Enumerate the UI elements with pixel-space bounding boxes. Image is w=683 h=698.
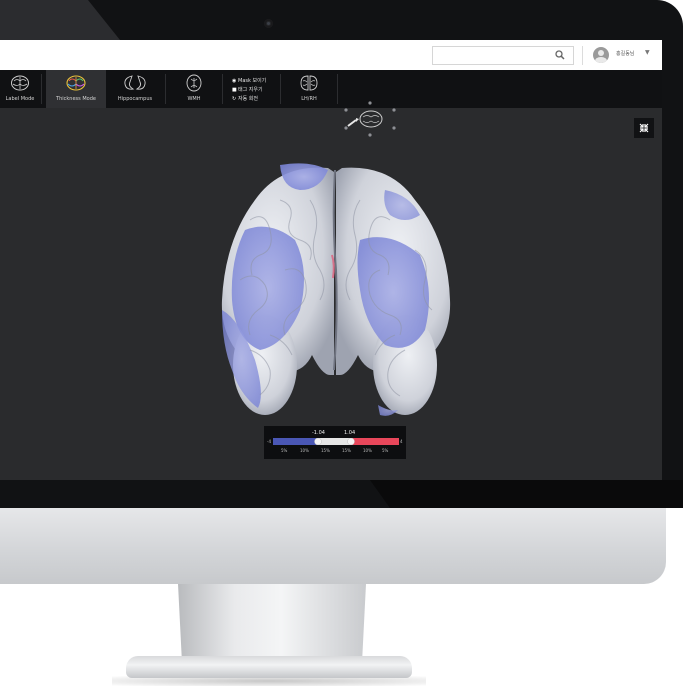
clear-tags[interactable]: ■태그 지우기 [232, 86, 263, 93]
search-input[interactable] [432, 46, 574, 65]
tab-label: Hippocampus [117, 96, 153, 102]
orientation-icon[interactable] [338, 100, 400, 138]
tab-wmh[interactable]: WMH [172, 70, 216, 108]
legend-tick: 15% [342, 448, 351, 453]
mode-toolbar: Label Mode Thickness Mode Hippocampus WM… [0, 70, 662, 137]
chevron-down-icon[interactable]: ▼ [645, 49, 650, 56]
header-divider [582, 46, 583, 65]
option-label: 태그 지우기 [238, 87, 263, 93]
colorbar-gradient[interactable] [273, 438, 399, 445]
colored-brain-icon [66, 75, 86, 91]
legend-tick: 5% [382, 448, 389, 453]
tab-thickness-mode[interactable]: Thickness Mode [46, 70, 106, 108]
tab-label: Thickness Mode [56, 96, 96, 102]
toolbar-divider [41, 74, 42, 104]
monitor-bezel: 홍길동님 ▼ Label Mode Thickness Mode Hippoca… [0, 0, 683, 508]
toolbar-divider [222, 74, 223, 104]
app-screen: 홍길동님 ▼ Label Mode Thickness Mode Hippoca… [0, 40, 662, 480]
hippocampus-icon [124, 75, 146, 90]
slider-handle-left [314, 438, 322, 445]
header-bar: 홍길동님 ▼ [0, 40, 662, 71]
monitor-chin [0, 508, 666, 584]
legend-tick: 10% [300, 448, 309, 453]
user-name[interactable]: 홍길동님 [616, 50, 634, 57]
legend-right-value: 1.04 [344, 430, 356, 436]
legend-tick: 10% [363, 448, 372, 453]
bezel-glare [0, 0, 120, 40]
thickness-colorbar: -1.04 1.04 -4 4 5% 10% 15% 15% 10% 5% [264, 426, 406, 459]
tab-lh-rh[interactable]: LH/RH [286, 70, 332, 108]
toggle-auto-rotate[interactable]: ↻ 자동 회전 [232, 95, 258, 102]
tab-label-mode[interactable]: Label Mode [0, 70, 40, 108]
legend-max-label: 4 [400, 439, 403, 444]
toggle-mask[interactable]: ◉ Mask 보이기 [232, 77, 266, 84]
view-orientation-control[interactable] [338, 100, 400, 138]
tab-label: LH/RH [301, 96, 317, 102]
legend-left-value: -1.04 [312, 430, 325, 436]
search-icon[interactable] [555, 50, 565, 60]
bezel-shadow [370, 480, 683, 508]
collapse-icon [639, 123, 649, 133]
tab-label: WMH [187, 96, 201, 102]
brain-3d-render[interactable] [210, 160, 460, 425]
tab-hippocampus[interactable]: Hippocampus [110, 70, 160, 108]
legend-min-label: -4 [267, 439, 271, 444]
fullscreen-button[interactable] [634, 118, 654, 138]
slider-handle-right [347, 438, 355, 445]
toolbar-divider [165, 74, 166, 104]
brain-icon [11, 75, 29, 91]
hemisphere-icon [300, 75, 318, 91]
tab-label: Label Mode [5, 96, 35, 102]
toolbar-divider [280, 74, 281, 104]
monitor-stand [178, 584, 366, 658]
monitor-base [126, 656, 412, 678]
legend-tick: 15% [321, 448, 330, 453]
legend-tick: 5% [281, 448, 288, 453]
camera-icon [264, 19, 273, 28]
avatar[interactable] [593, 47, 609, 63]
option-label: Mask 보이기 [238, 78, 267, 84]
wmh-icon [186, 74, 202, 92]
option-label: 자동 회전 [238, 96, 258, 102]
